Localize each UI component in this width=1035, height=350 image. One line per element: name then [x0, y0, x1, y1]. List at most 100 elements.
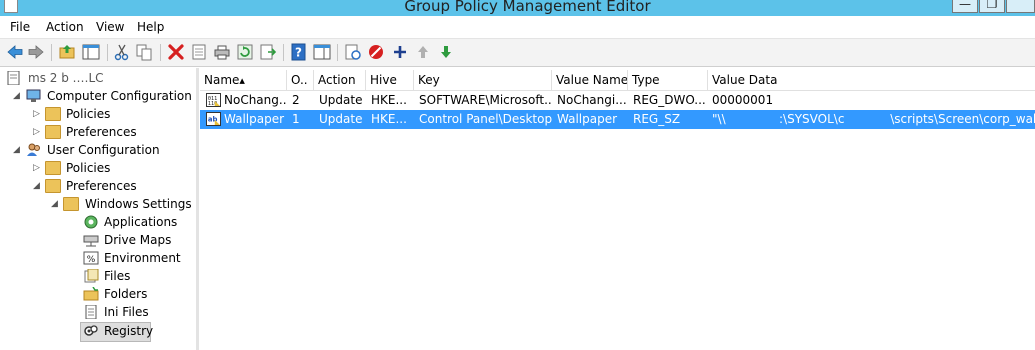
folder-icon	[45, 179, 61, 193]
column-header-type[interactable]: Type	[628, 70, 708, 90]
tree-item-label: Policies	[66, 161, 111, 175]
new-item-icon[interactable]	[344, 43, 362, 61]
tree-item-environment[interactable]: % Environment	[0, 250, 196, 268]
column-header-value-data[interactable]: Value Data	[708, 70, 1035, 90]
toolbar-separator	[160, 44, 161, 61]
minimize-button[interactable]: —	[952, 0, 978, 13]
environment-icon: %	[83, 251, 99, 265]
close-button[interactable]	[1006, 0, 1035, 13]
tree-item-files[interactable]: Files	[0, 268, 196, 286]
toolbar: ?	[0, 39, 1035, 67]
tree-item-applications[interactable]: Applications	[0, 214, 196, 232]
cell-type: REG_DWO...	[633, 93, 706, 107]
tree-item-label: Folders	[104, 287, 148, 301]
restore-button[interactable]: ❐	[979, 0, 1005, 13]
menu-file[interactable]: File	[10, 20, 30, 34]
stop-icon[interactable]	[367, 43, 385, 61]
computer-icon	[26, 89, 41, 102]
column-header-label: Name	[204, 73, 240, 87]
cell-order: 2	[292, 93, 300, 107]
column-header-key[interactable]: Key	[414, 70, 552, 90]
title-bar: Group Policy Management Editor — ❐	[0, 0, 1035, 16]
tree-item-label: Drive Maps	[104, 233, 172, 247]
move-down-icon[interactable]	[437, 43, 455, 61]
cell-name: NoChang...	[224, 93, 287, 107]
properties-icon[interactable]	[190, 43, 208, 61]
column-header-order[interactable]: O..	[287, 70, 314, 90]
menu-view[interactable]: View	[96, 20, 124, 34]
export-list-icon[interactable]	[259, 43, 277, 61]
show-hide-tree-icon[interactable]	[82, 43, 100, 61]
cell-key: Control Panel\Desktop	[419, 112, 552, 126]
tree-item-registry[interactable]: Registry	[80, 322, 153, 342]
tree-item-folders[interactable]: Folders	[0, 286, 196, 304]
tree-item-uc-policies[interactable]: ▷ Policies	[0, 160, 196, 178]
table-row[interactable]: ab Wallpaper 1 Update HKE... Control Pan…	[200, 110, 1035, 129]
tree-item-ini-files[interactable]: Ini Files	[0, 304, 196, 322]
toolbar-separator	[107, 44, 108, 61]
tree-item-windows-settings[interactable]: ◢ Windows Settings	[0, 196, 196, 214]
tree-item-label: Environment	[104, 251, 181, 265]
column-header-hive[interactable]: Hive	[366, 70, 414, 90]
folder-icon	[45, 107, 61, 121]
tree-item-label: Policies	[66, 107, 111, 121]
tree-root-label: ms 2 b .…LC	[28, 71, 104, 85]
tree-item-label: Windows Settings	[85, 197, 192, 211]
cell-hive: HKE...	[371, 93, 407, 107]
action-pane-icon[interactable]	[313, 43, 331, 61]
tree-item-label: Preferences	[66, 125, 137, 139]
expanded-arrow-icon[interactable]: ◢	[51, 199, 58, 209]
tree-item-user-configuration[interactable]: ◢ User Configuration	[0, 142, 196, 160]
tree-item-label: Computer Configuration	[47, 89, 192, 103]
tree-item-uc-preferences[interactable]: ◢ Preferences	[0, 178, 196, 196]
cell-value-data: 00000001	[712, 93, 774, 107]
tree-item-label: Files	[104, 269, 131, 283]
tree-item-cc-preferences[interactable]: ▷ Preferences	[0, 124, 196, 142]
tree-item-drive-maps[interactable]: Drive Maps	[0, 232, 196, 250]
copy-icon[interactable]	[135, 43, 153, 61]
column-header-name[interactable]: Name▴	[200, 70, 287, 90]
gpo-document-icon	[7, 71, 20, 85]
cut-icon[interactable]	[113, 43, 131, 61]
expanded-arrow-icon[interactable]: ◢	[13, 145, 20, 155]
navigation-tree: ms 2 b .…LC ◢ Computer Configuration ▷ P…	[0, 68, 199, 350]
help-icon[interactable]: ?	[290, 43, 308, 61]
column-header-value-name[interactable]: Value Name	[552, 70, 628, 90]
sort-ascending-icon: ▴	[239, 74, 245, 87]
column-header-action[interactable]: Action	[314, 70, 366, 90]
menu-action[interactable]: Action	[46, 20, 84, 34]
folders-icon	[83, 287, 99, 301]
ini-file-icon	[85, 305, 97, 319]
back-arrow-icon[interactable]	[6, 43, 24, 61]
refresh-icon[interactable]	[236, 43, 254, 61]
move-up-icon[interactable]	[414, 43, 432, 61]
delete-icon[interactable]	[167, 43, 185, 61]
expanded-arrow-icon[interactable]: ◢	[33, 181, 40, 191]
registry-icon	[84, 325, 98, 336]
tree-item-label: Applications	[104, 215, 178, 229]
expanded-arrow-icon[interactable]: ◢	[13, 91, 20, 101]
toolbar-separator	[283, 44, 284, 61]
users-icon	[27, 143, 40, 156]
folder-icon	[45, 125, 61, 139]
print-icon[interactable]	[213, 43, 231, 61]
table-row[interactable]: 011 110 NoChang... 2 Update HKE... SOFTWA…	[200, 91, 1035, 110]
up-folder-icon[interactable]	[58, 43, 76, 61]
add-icon[interactable]	[391, 43, 409, 61]
tree-root[interactable]: ms 2 b .…LC	[0, 70, 196, 88]
cell-value-data: "\\​ :\SYSVOL\c \scripts\Screen\corp_wal…	[712, 112, 1035, 126]
collapsed-arrow-icon[interactable]: ▷	[33, 127, 40, 137]
cell-key: SOFTWARE\Microsoft...	[419, 93, 552, 107]
toolbar-separator	[51, 44, 52, 61]
tree-item-computer-configuration[interactable]: ◢ Computer Configuration	[0, 88, 196, 106]
tree-item-cc-policies[interactable]: ▷ Policies	[0, 106, 196, 124]
collapsed-arrow-icon[interactable]: ▷	[33, 163, 40, 173]
forward-arrow-icon[interactable]	[27, 43, 45, 61]
applications-icon	[84, 215, 98, 229]
menu-help[interactable]: Help	[137, 20, 164, 34]
drive-icon	[83, 235, 99, 247]
collapsed-arrow-icon[interactable]: ▷	[33, 109, 40, 119]
cell-value-name: Wallpaper	[557, 112, 618, 126]
tree-item-label: User Configuration	[47, 143, 160, 157]
cell-order: 1	[292, 112, 300, 126]
